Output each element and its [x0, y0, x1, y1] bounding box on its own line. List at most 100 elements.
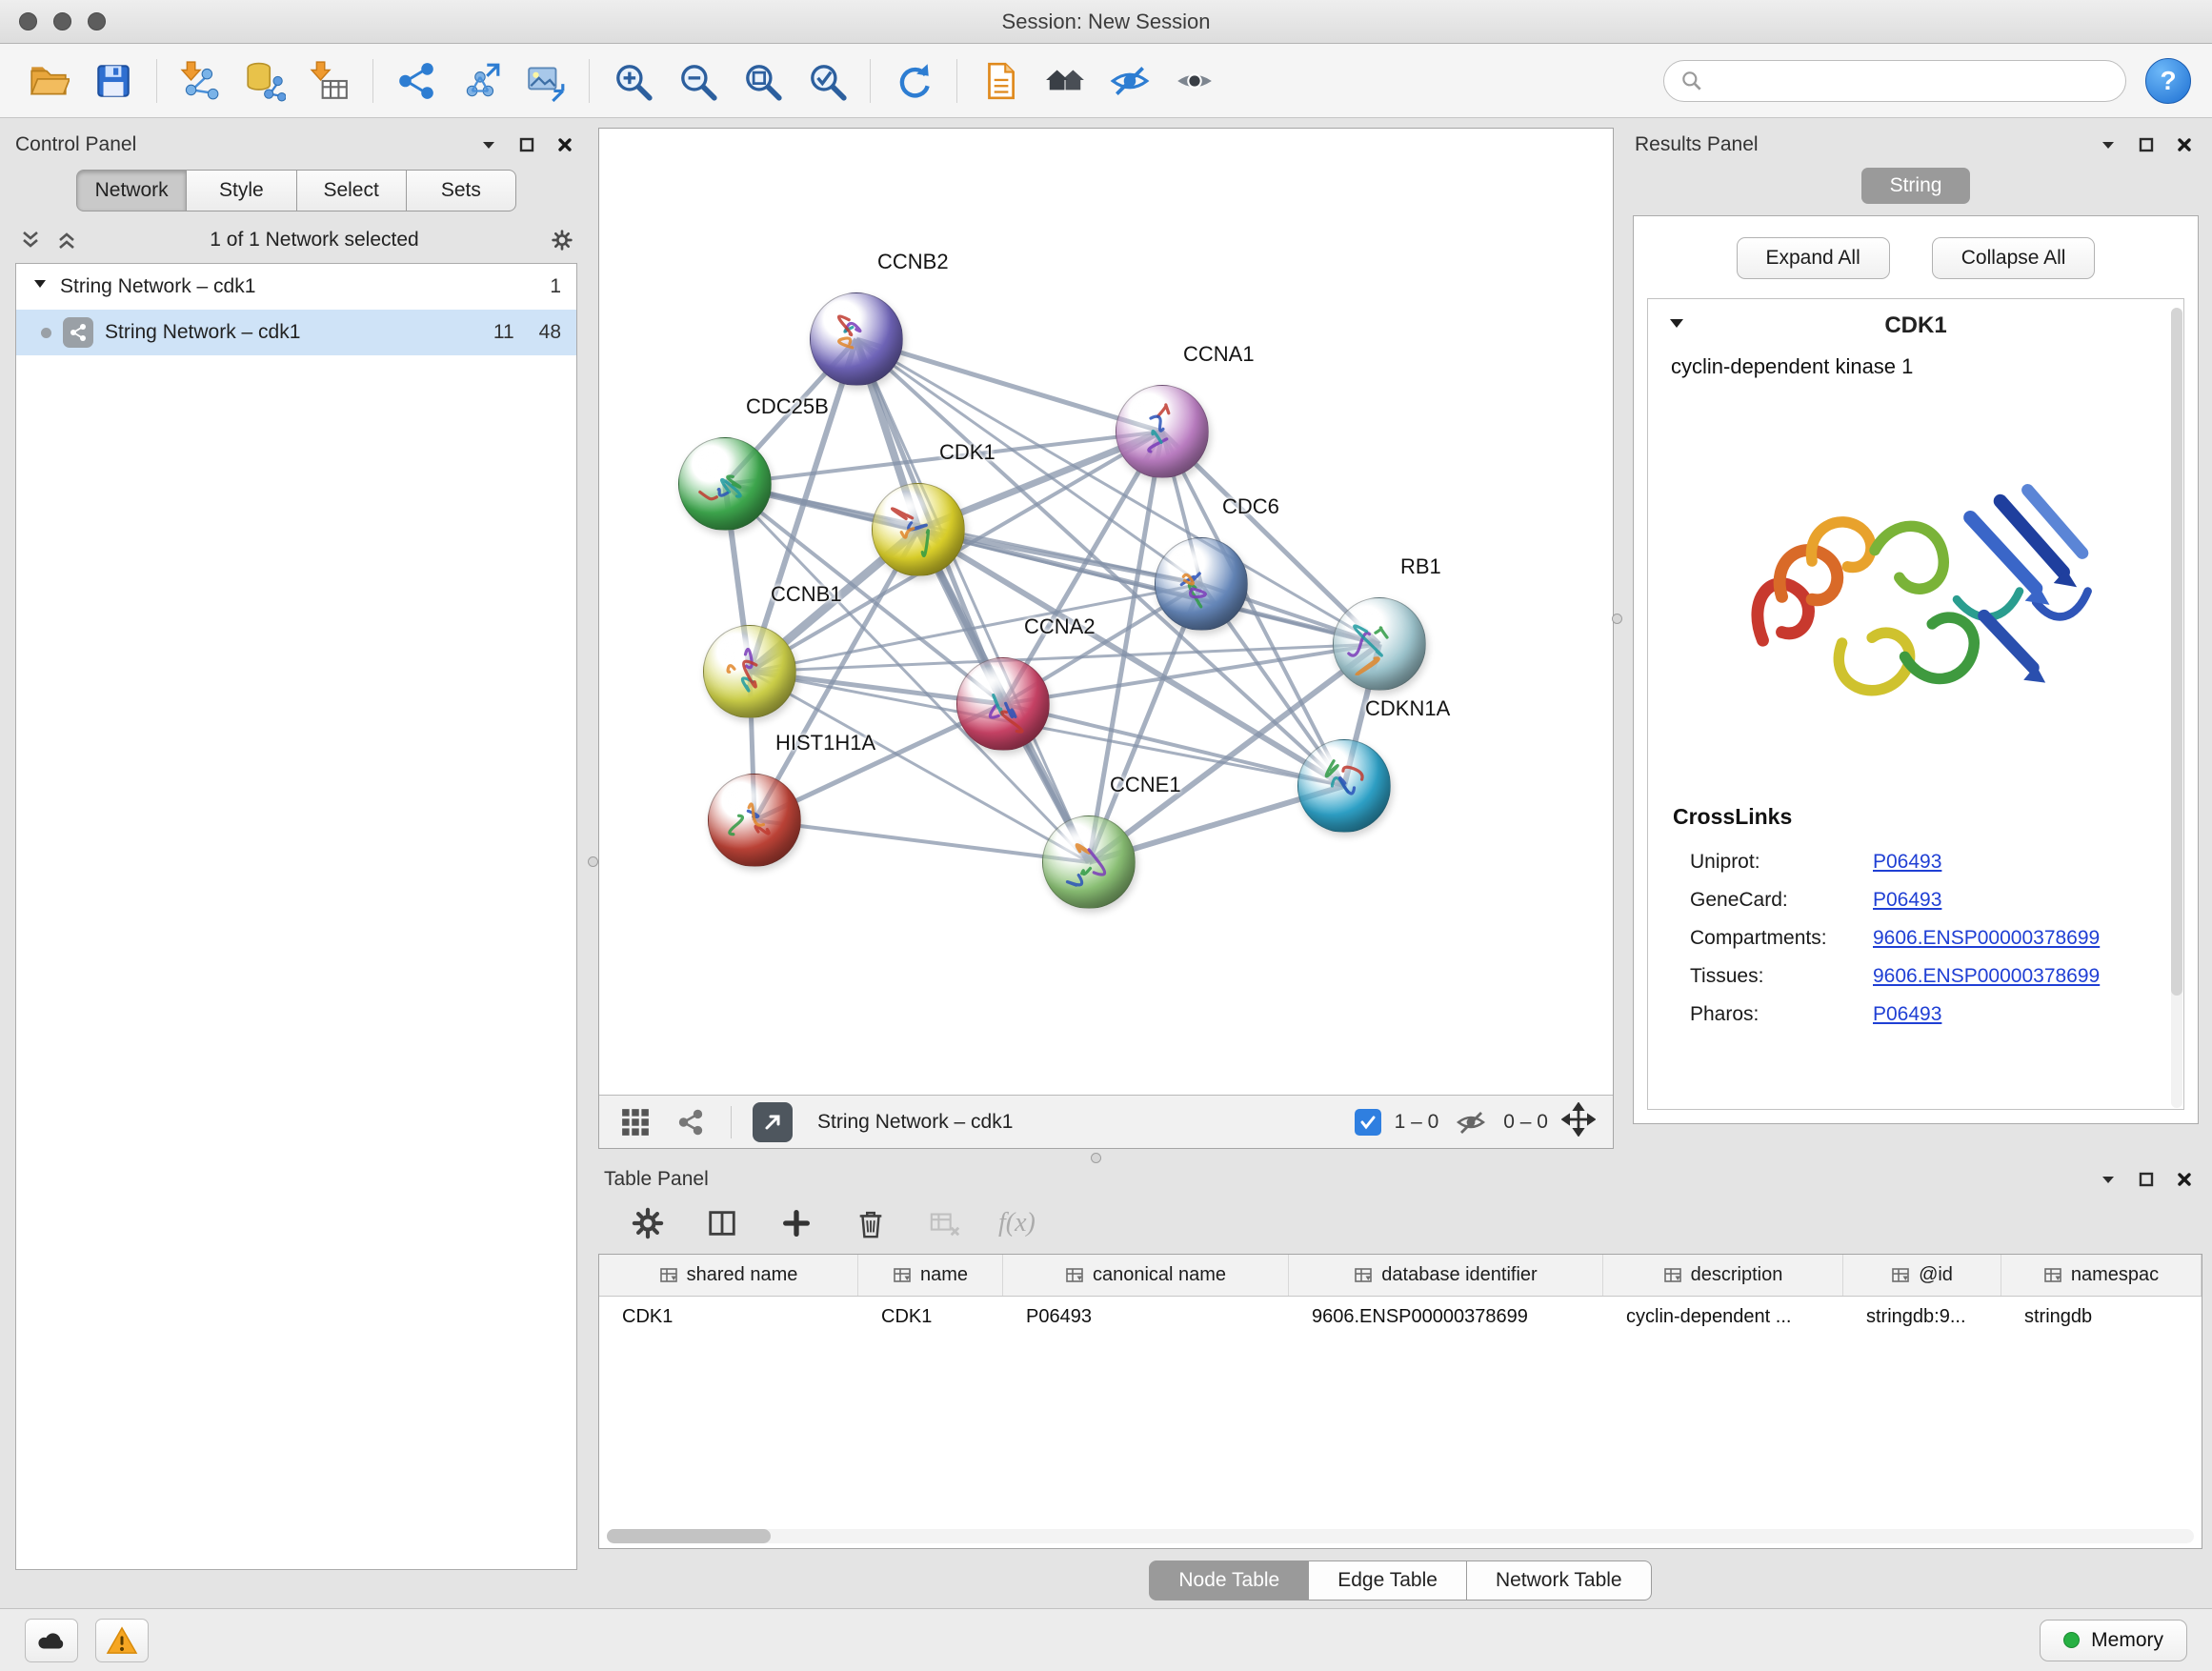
import-network-database-button[interactable]	[237, 53, 292, 109]
column-header-database-identifier[interactable]: database identifier	[1289, 1255, 1603, 1296]
delete-column-trash-icon[interactable]	[850, 1202, 892, 1244]
zoom-in-button[interactable]	[605, 53, 660, 109]
collapse-panel-icon[interactable]	[476, 132, 501, 157]
caret-down-icon[interactable]	[1667, 313, 1686, 338]
node-cdkn1a[interactable]	[1297, 739, 1391, 833]
close-panel-icon[interactable]	[2172, 132, 2197, 157]
crosslink-link[interactable]: 9606.ENSP00000378699	[1873, 965, 2100, 988]
tab-style[interactable]: Style	[187, 170, 296, 211]
tab-node-table[interactable]: Node Table	[1149, 1560, 1309, 1601]
crosslink-link[interactable]: P06493	[1873, 1003, 1941, 1026]
expand-all-button[interactable]: Expand All	[1737, 237, 1890, 279]
node-hist1h1a[interactable]	[708, 774, 801, 867]
pan-crosshair-icon[interactable]	[1561, 1102, 1596, 1142]
column-header-canonical-name[interactable]: canonical name	[1003, 1255, 1289, 1296]
import-network-file-button[interactable]	[172, 53, 228, 109]
tab-network-table[interactable]: Network Table	[1467, 1560, 1652, 1601]
hide-items-button[interactable]	[1102, 53, 1157, 109]
node-cdk1[interactable]	[872, 483, 965, 576]
export-image-button[interactable]	[518, 53, 573, 109]
float-panel-icon[interactable]	[2134, 1167, 2159, 1192]
edge-HIST1H1A-CCNE1[interactable]	[754, 820, 1089, 862]
collapse-panel-icon[interactable]	[2096, 132, 2121, 157]
edge-CCNB2-CCNA1[interactable]	[856, 339, 1162, 432]
column-header-namespac[interactable]: namespac	[2001, 1255, 2202, 1296]
results-scrollbar[interactable]	[2171, 308, 2182, 1108]
new-network-button[interactable]	[389, 53, 444, 109]
network-overview-icon[interactable]	[672, 1103, 710, 1141]
search-box[interactable]	[1663, 60, 2126, 102]
import-table-file-button[interactable]	[302, 53, 357, 109]
gene-section-header[interactable]: CDK1	[1648, 299, 2183, 349]
table-hscrollbar[interactable]	[607, 1529, 2194, 1543]
show-items-button[interactable]	[1167, 53, 1222, 109]
caret-down-icon[interactable]	[31, 275, 49, 298]
tab-edge-table[interactable]: Edge Table	[1309, 1560, 1467, 1601]
show-items-icon	[1174, 60, 1216, 102]
open-session-button[interactable]	[21, 53, 76, 109]
tab-string[interactable]: String	[1861, 168, 1971, 204]
splitter-handle[interactable]	[588, 856, 598, 867]
column-header-shared-name[interactable]: shared name	[599, 1255, 858, 1296]
refresh-network-button[interactable]	[886, 53, 941, 109]
close-panel-icon[interactable]	[553, 132, 577, 157]
table-hscrollbar-thumb[interactable]	[607, 1529, 771, 1543]
warning-button[interactable]	[95, 1619, 149, 1662]
float-panel-icon[interactable]	[2134, 132, 2159, 157]
node-ccnb2[interactable]	[810, 292, 903, 386]
document-button[interactable]	[973, 53, 1028, 109]
gear-icon[interactable]	[549, 227, 575, 253]
results-scrollbar-thumb[interactable]	[2171, 308, 2182, 996]
save-session-button[interactable]	[86, 53, 141, 109]
help-button[interactable]: ?	[2145, 58, 2191, 104]
show-columns-icon[interactable]	[701, 1202, 743, 1244]
string-home-button[interactable]	[1037, 53, 1093, 109]
table-settings-gear-icon[interactable]	[627, 1202, 669, 1244]
collapse-all-icon[interactable]	[17, 227, 44, 253]
tree-row-network[interactable]: String Network – cdk1 11 48	[16, 310, 576, 355]
crosslink-link[interactable]: P06493	[1873, 889, 1941, 912]
expand-all-icon[interactable]	[53, 227, 80, 253]
tab-network[interactable]: Network	[76, 170, 187, 211]
close-panel-icon[interactable]	[2172, 1167, 2197, 1192]
node-rb1[interactable]	[1333, 597, 1426, 691]
zoom-selected-button[interactable]	[799, 53, 855, 109]
node-cdc6[interactable]	[1155, 537, 1248, 631]
edge-CCNB2-CCNE1[interactable]	[856, 339, 1089, 862]
tab-select[interactable]: Select	[297, 170, 407, 211]
grid-view-icon[interactable]	[616, 1103, 654, 1141]
splitter-handle[interactable]	[1612, 614, 1622, 624]
tab-sets[interactable]: Sets	[407, 170, 516, 211]
node-ccne1[interactable]	[1042, 815, 1136, 909]
maximize-window-button[interactable]	[88, 12, 106, 30]
crosslink-link[interactable]: P06493	[1873, 851, 1941, 874]
search-input[interactable]	[1714, 70, 2110, 91]
column-header-name[interactable]: name	[858, 1255, 1003, 1296]
network-canvas[interactable]: CCNB2CCNA1CDC25BCDK1CDC6RB1CCNB1CCNA2CDK…	[599, 129, 1613, 1095]
close-window-button[interactable]	[19, 12, 37, 30]
zoom-fit-button[interactable]	[734, 53, 790, 109]
node-ccna2[interactable]	[956, 657, 1050, 751]
add-column-icon[interactable]	[775, 1202, 817, 1244]
collapse-panel-icon[interactable]	[2096, 1167, 2121, 1192]
crosslink-label: Compartments:	[1690, 927, 1873, 950]
new-network-from-selection-button[interactable]	[453, 53, 509, 109]
cloud-button[interactable]	[25, 1619, 78, 1662]
float-panel-icon[interactable]	[514, 132, 539, 157]
collapse-all-button[interactable]: Collapse All	[1932, 237, 2096, 279]
node-cdc25b[interactable]	[678, 437, 772, 531]
crosslink-link[interactable]: 9606.ENSP00000378699	[1873, 927, 2100, 950]
table-row[interactable]: CDK1CDK1P064939606.ENSP00000378699cyclin…	[599, 1297, 2202, 1337]
column-header-description[interactable]: description	[1603, 1255, 1843, 1296]
selected-checkbox-icon[interactable]	[1355, 1109, 1381, 1136]
export-network-button[interactable]	[753, 1102, 793, 1142]
zoom-out-button[interactable]	[670, 53, 725, 109]
hidden-eye-icon[interactable]	[1452, 1103, 1490, 1141]
minimize-window-button[interactable]	[53, 12, 71, 30]
tree-row-collection[interactable]: String Network – cdk1 1	[16, 264, 576, 310]
node-ccnb1[interactable]	[703, 625, 796, 718]
column-header--id[interactable]: @id	[1843, 1255, 2001, 1296]
memory-button[interactable]: Memory	[2040, 1620, 2187, 1661]
splitter-handle[interactable]	[1091, 1153, 1101, 1163]
node-ccna1[interactable]	[1116, 385, 1209, 478]
